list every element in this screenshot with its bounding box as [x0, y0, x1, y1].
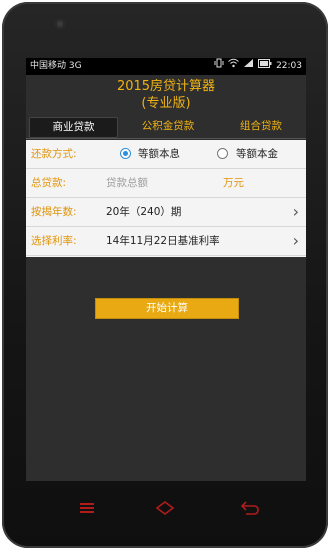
vibrate-icon — [214, 58, 224, 75]
start-calculation-button[interactable]: 开始计算 — [95, 298, 239, 319]
loan-total-row: 总贷款: 贷款总额 万元 — [26, 169, 306, 198]
tab-combined-loan[interactable]: 组合贷款 — [218, 117, 304, 136]
rate-label: 选择利率: — [31, 235, 77, 247]
tab-bar: 商业贷款 公积金贷款 组合贷款 — [26, 115, 306, 140]
repayment-row: 还款方式: 等额本息 等额本金 — [26, 140, 306, 169]
title-line-2: (专业版) — [141, 96, 191, 111]
option-equal-installment-label[interactable]: 等额本息 — [138, 140, 180, 168]
rate-value: 14年11月22日基准利率 — [106, 235, 220, 247]
battery-icon — [258, 58, 272, 75]
clock: 22:03 — [276, 61, 302, 71]
loan-form: 还款方式: 等额本息 等额本金 总贷款: 贷款总额 万元 按揭年数: 20年（2… — [26, 140, 306, 257]
chevron-right-icon[interactable]: › — [293, 227, 299, 255]
signal-icon — [243, 58, 254, 75]
wifi-icon — [228, 58, 239, 75]
rate-row[interactable]: 选择利率: 14年11月22日基准利率 › — [26, 227, 306, 256]
menu-icon[interactable] — [74, 500, 100, 516]
carrier-label: 中国移动 3G — [30, 61, 82, 71]
tab-commercial-loan[interactable]: 商业贷款 — [29, 117, 118, 138]
loan-total-input[interactable]: 贷款总额 — [106, 169, 148, 197]
loan-unit-label: 万元 — [223, 177, 244, 189]
title-line-1: 2015房贷计算器 — [116, 79, 216, 94]
camera-icon — [55, 19, 65, 29]
loan-total-label: 总贷款: — [31, 177, 67, 189]
radio-equal-principal[interactable] — [217, 148, 228, 159]
term-row[interactable]: 按揭年数: 20年（240）期 › — [26, 198, 306, 227]
radio-equal-installment[interactable] — [120, 148, 131, 159]
status-bar: 中国移动 3G 22:03 — [26, 58, 306, 75]
option-equal-principal-label[interactable]: 等额本金 — [236, 140, 278, 168]
tab-divider — [26, 138, 306, 139]
chevron-right-icon[interactable]: › — [293, 198, 299, 226]
system-nav-bar — [2, 490, 328, 530]
repayment-label: 还款方式: — [31, 148, 77, 160]
home-icon[interactable] — [152, 500, 178, 516]
app-title: 2015房贷计算器 (专业版) — [26, 75, 306, 115]
back-icon[interactable] — [236, 500, 262, 516]
phone-frame: 中国移动 3G 22:03 2015房贷计算器 (专业版) 商业贷款 公积金贷款… — [2, 2, 328, 548]
tab-provident-fund-loan[interactable]: 公积金贷款 — [124, 117, 212, 136]
app-screen: 中国移动 3G 22:03 2015房贷计算器 (专业版) 商业贷款 公积金贷款… — [26, 58, 306, 481]
term-label: 按揭年数: — [31, 206, 77, 218]
term-value: 20年（240）期 — [106, 206, 182, 218]
